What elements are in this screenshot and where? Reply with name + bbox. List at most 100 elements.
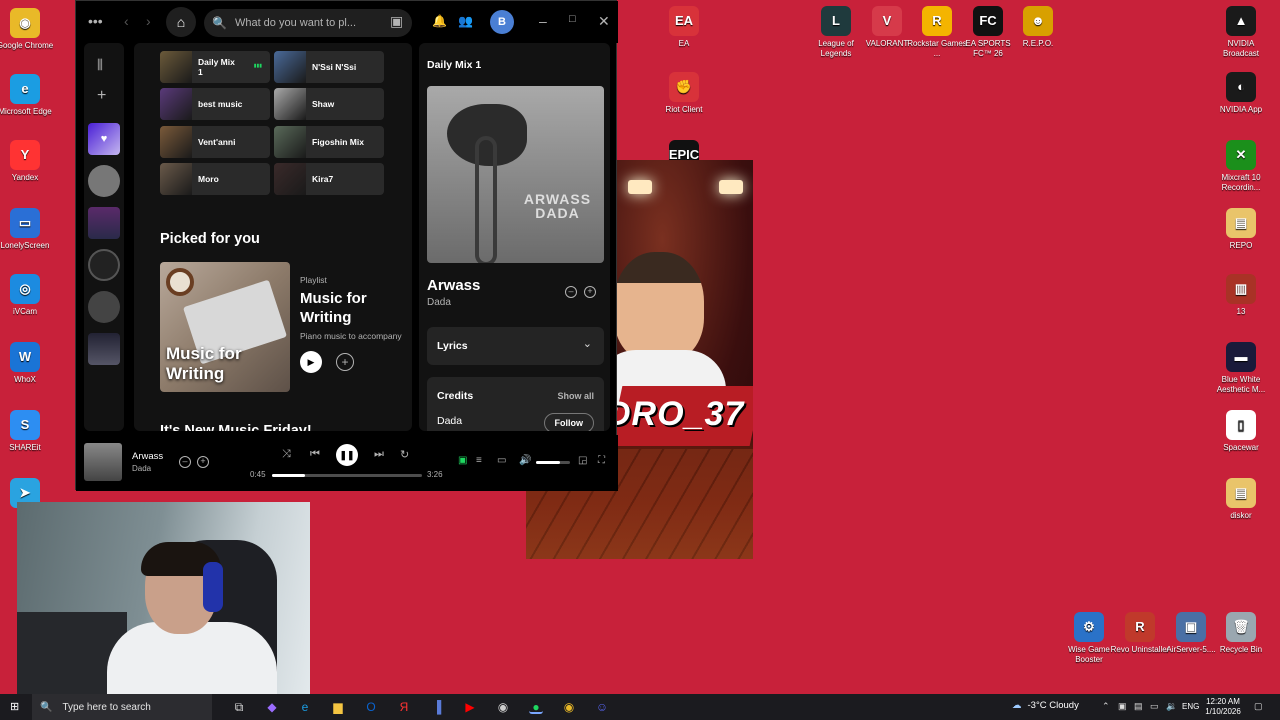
remove-minus-icon[interactable]: – bbox=[179, 456, 191, 468]
stats-app-icon[interactable]: ▐ bbox=[430, 700, 444, 714]
desktop-icon[interactable]: ▲ NVIDIA Broadcast bbox=[1209, 6, 1273, 59]
library-playlist-item[interactable] bbox=[88, 333, 120, 365]
browse-icon[interactable]: ▣ bbox=[390, 13, 403, 30]
follow-button[interactable]: Follow bbox=[543, 413, 594, 431]
clock[interactable]: 12:20 AM 1/10/2026 bbox=[1200, 697, 1246, 717]
desktop-icon[interactable]: ▬ Blue White Aesthetic M... bbox=[1209, 342, 1273, 395]
quick-access-tile[interactable]: Shaw bbox=[274, 88, 384, 120]
task-view-icon[interactable]: ⧉ bbox=[232, 700, 246, 714]
add-plus-icon[interactable]: + bbox=[197, 456, 209, 468]
home-button[interactable]: ⌂ bbox=[166, 7, 196, 37]
volume-icon[interactable]: 🔊 bbox=[519, 455, 531, 466]
library-artist-item[interactable] bbox=[88, 165, 120, 197]
desktop-icon[interactable]: ▤ diskor bbox=[1209, 478, 1273, 521]
library-artist-item[interactable] bbox=[88, 291, 120, 323]
progress-slider[interactable] bbox=[272, 474, 422, 477]
desktop-icon[interactable]: ◐ NVIDIA App bbox=[1209, 72, 1273, 115]
user-avatar[interactable]: B bbox=[490, 10, 514, 34]
quick-access-tile[interactable]: N'Ssi N'Ssi bbox=[274, 51, 384, 83]
library-artist-item[interactable] bbox=[88, 249, 120, 281]
miniplayer-icon[interactable]: ◲ bbox=[578, 455, 587, 466]
desktop-icon[interactable]: Y Yandex bbox=[0, 140, 57, 183]
now-playing-view-icon[interactable]: ▣ bbox=[458, 455, 467, 466]
pause-button[interactable]: ❚❚ bbox=[336, 444, 358, 466]
minimize-button[interactable]: – bbox=[539, 13, 547, 29]
friends-icon[interactable]: 👥 bbox=[458, 14, 473, 28]
remove-minus-icon[interactable]: – bbox=[565, 286, 577, 298]
desktop-icon[interactable]: ▭ LonelyScreen bbox=[0, 208, 57, 251]
yandex-icon[interactable]: Я bbox=[397, 700, 411, 714]
tray-app-icon[interactable]: ▣ bbox=[1118, 701, 1127, 712]
quick-access-tile[interactable]: Moro bbox=[160, 163, 270, 195]
volume-slider[interactable] bbox=[536, 461, 570, 464]
windows-start-icon[interactable]: ⊞ bbox=[10, 701, 22, 713]
desktop-icon[interactable]: EA EA bbox=[652, 6, 716, 49]
track-title[interactable]: Arwass bbox=[427, 277, 480, 294]
back-arrow-icon[interactable]: ‹ bbox=[124, 13, 129, 29]
desktop-icon[interactable]: ✊ Riot Client bbox=[652, 72, 716, 115]
quick-access-tile[interactable]: Figoshin Mix bbox=[274, 126, 384, 158]
fullscreen-icon[interactable]: ⛶ bbox=[598, 455, 605, 466]
chrome-icon[interactable]: ◉ bbox=[562, 700, 576, 714]
youtube-icon[interactable]: ▶ bbox=[463, 700, 477, 714]
tray-volume-icon[interactable]: 🔉 bbox=[1166, 701, 1177, 712]
language-indicator[interactable]: ENG bbox=[1182, 702, 1199, 711]
lyrics-card[interactable]: Lyrics ⌄ bbox=[427, 327, 604, 365]
show-all-link[interactable]: Show all bbox=[557, 391, 594, 401]
close-button[interactable]: ✕ bbox=[598, 13, 610, 30]
add-plus-icon[interactable]: + bbox=[336, 353, 354, 371]
quick-access-tile[interactable]: Kira7 bbox=[274, 163, 384, 195]
playlist-cover[interactable]: Music for Writing bbox=[160, 262, 290, 392]
previous-icon[interactable]: ⏮ bbox=[310, 448, 320, 461]
player-track-title[interactable]: Arwass bbox=[132, 451, 163, 462]
maximize-button[interactable]: □ bbox=[569, 13, 576, 25]
track-artist[interactable]: Dada bbox=[427, 297, 451, 308]
quick-access-tile[interactable]: Vent'anni bbox=[160, 126, 270, 158]
shuffle-icon[interactable]: ⤨ bbox=[282, 448, 291, 461]
liked-songs-heart-icon[interactable]: ♥ bbox=[88, 123, 120, 155]
next-icon[interactable]: ⏭ bbox=[374, 448, 384, 461]
desktop-icon[interactable]: ▯ Spacewar bbox=[1209, 410, 1273, 453]
copilot-icon[interactable]: ◆ bbox=[265, 700, 279, 714]
play-button[interactable]: ▶ bbox=[300, 351, 322, 373]
spotify-icon[interactable]: ● bbox=[529, 700, 543, 714]
create-plus-icon[interactable]: + bbox=[97, 87, 106, 105]
desktop-icon[interactable]: ◉ Google Chrome bbox=[0, 8, 57, 51]
player-album-thumb[interactable] bbox=[84, 443, 122, 481]
tray-app-icon[interactable]: ▤ bbox=[1134, 701, 1143, 712]
repeat-icon[interactable]: ↻ bbox=[400, 448, 409, 461]
connect-device-icon[interactable]: ▭ bbox=[497, 455, 506, 466]
quick-access-tile[interactable]: best music bbox=[160, 88, 270, 120]
desktop-icon[interactable]: 🗑 Recycle Bin bbox=[1209, 612, 1273, 655]
file-explorer-icon[interactable]: ▆ bbox=[331, 700, 345, 714]
desktop-icon[interactable]: e Microsoft Edge bbox=[0, 74, 57, 117]
playlist-title[interactable]: Music for Writing bbox=[300, 289, 410, 327]
desktop-icon[interactable]: S SHAREit bbox=[0, 410, 57, 453]
edge-icon[interactable]: e bbox=[298, 700, 312, 714]
now-playing-context[interactable]: Daily Mix 1 bbox=[427, 59, 481, 71]
bell-icon[interactable]: 🔔 bbox=[432, 14, 447, 28]
desktop-icon[interactable]: W WhoX bbox=[0, 342, 57, 385]
desktop-icon[interactable]: ☻ R.E.P.O. bbox=[1006, 6, 1070, 49]
add-plus-icon[interactable]: + bbox=[584, 286, 596, 298]
notification-icon[interactable]: ▢ bbox=[1254, 701, 1263, 712]
library-playlist-item[interactable] bbox=[88, 207, 120, 239]
desktop-icon[interactable]: ▥ 13 bbox=[1209, 274, 1273, 317]
weather-widget[interactable]: ☁ -3°C Cloudy bbox=[1012, 700, 1079, 711]
desktop-icon[interactable]: ◎ iVCam bbox=[0, 274, 57, 317]
tray-chevron-up-icon[interactable]: ⌃ bbox=[1102, 701, 1110, 712]
library-icon[interactable]: ⫼ bbox=[97, 57, 103, 73]
queue-icon[interactable]: ≡ bbox=[476, 455, 482, 466]
discord-icon[interactable]: ☺ bbox=[595, 700, 609, 714]
search-input[interactable]: 🔍 What do you want to pl... bbox=[204, 9, 412, 37]
quick-access-tile[interactable]: Daily Mix 1 ▮▮▮ bbox=[160, 51, 270, 83]
desktop-icon[interactable]: ✕ Mixcraft 10 Recordin... bbox=[1209, 140, 1273, 193]
credit-artist-name[interactable]: Dada bbox=[437, 415, 462, 427]
forward-arrow-icon[interactable]: › bbox=[146, 13, 151, 29]
taskbar-search-input[interactable]: 🔍 Type here to search bbox=[32, 694, 212, 720]
more-menu-icon[interactable]: ••• bbox=[88, 13, 103, 29]
outlook-icon[interactable]: O bbox=[364, 700, 378, 714]
obs-icon[interactable]: ◉ bbox=[496, 700, 510, 714]
player-track-artist[interactable]: Dada bbox=[132, 464, 151, 473]
tray-network-icon[interactable]: ▭ bbox=[1150, 701, 1159, 712]
